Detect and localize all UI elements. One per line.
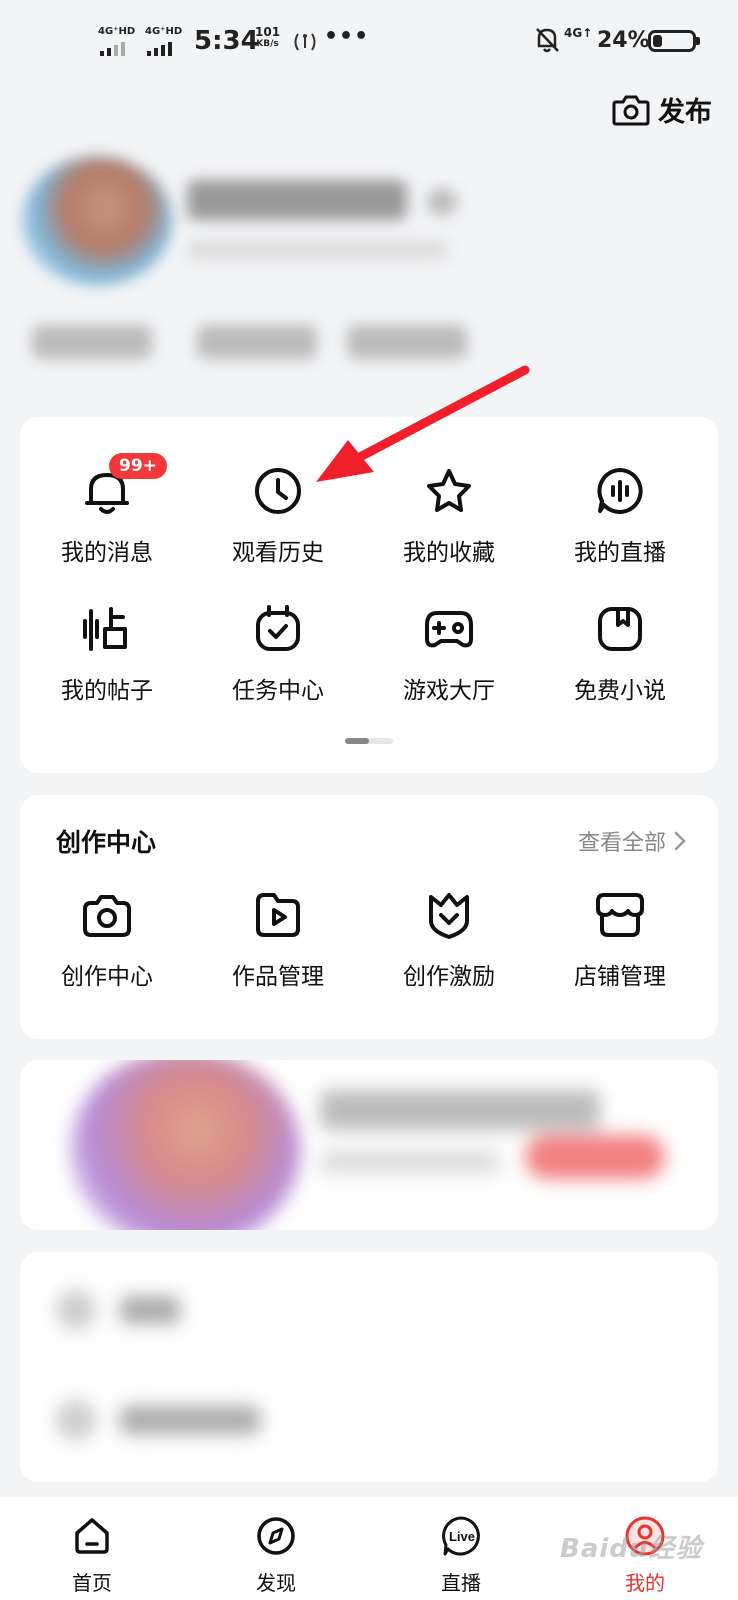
camera-icon <box>612 95 650 125</box>
sim2-label: 4G⁺HD <box>145 26 183 37</box>
stat-following[interactable] <box>32 325 152 359</box>
creation-label: 创作中心 <box>61 964 153 990</box>
creator-incentive-item[interactable]: 创作激励 <box>362 887 536 991</box>
stat-followers[interactable] <box>197 325 317 359</box>
avatar[interactable] <box>22 156 172 286</box>
settings-list-blurred <box>20 1252 718 1482</box>
shortcut-label: 游戏大厅 <box>403 678 495 704</box>
nav-home[interactable]: 首页 <box>37 1515 147 1596</box>
shortcut-label: 我的消息 <box>61 540 153 566</box>
nav-label: 我的 <box>625 1571 665 1595</box>
video-folder-icon <box>256 893 300 937</box>
network-type: 4G↑ <box>564 26 593 40</box>
publish-button[interactable]: 发布 <box>612 90 712 129</box>
shop-management-item[interactable]: 店铺管理 <box>533 887 707 991</box>
nav-discover[interactable]: 发现 <box>221 1515 331 1596</box>
book-icon <box>598 607 642 651</box>
shortcut-label: 观看历史 <box>232 540 324 566</box>
network-speed-unit: KB/s <box>256 39 279 49</box>
settings-list-card <box>20 1252 718 1482</box>
shortcut-my-live[interactable]: 我的直播 <box>533 463 707 567</box>
clock-time: 5:34 <box>194 26 259 56</box>
shortcut-messages[interactable]: 99+ 我的消息 <box>20 453 194 567</box>
battery-fill <box>653 35 662 47</box>
nav-label: 直播 <box>441 1571 481 1595</box>
network-speed: 101 KB/s <box>255 26 280 50</box>
shortcut-my-posts[interactable]: 我的帖子 <box>20 601 194 705</box>
nav-live[interactable]: Live 直播 <box>406 1515 516 1596</box>
shortcut-label: 我的收藏 <box>403 540 495 566</box>
nav-label: 发现 <box>256 1571 296 1595</box>
post-icon <box>83 607 127 651</box>
chevron-right-icon <box>674 831 686 851</box>
live-icon-text: Live <box>449 1529 475 1544</box>
shortcut-label: 我的直播 <box>574 540 666 566</box>
unread-badge: 99+ <box>109 453 167 479</box>
view-all-label: 查看全部 <box>577 831 666 856</box>
calendar-check-icon <box>256 605 300 651</box>
promo-banner-blurred <box>20 1060 718 1230</box>
sim1-label: 4G⁺HD <box>98 26 136 37</box>
shortcut-task-center[interactable]: 任务中心 <box>191 601 365 705</box>
shortcut-label: 我的帖子 <box>61 678 153 704</box>
creation-label: 创作激励 <box>403 964 495 990</box>
page-indicator <box>345 738 393 744</box>
section-title: 创作中心 <box>56 828 157 857</box>
battery-percent: 24% <box>597 28 650 53</box>
gamepad-icon <box>425 611 473 648</box>
creation-center-item[interactable]: 创作中心 <box>20 887 194 991</box>
status-bar: 4G⁺HD 4G⁺HD 5:34 101 KB/s ••• 4G↑ 24% <box>0 0 738 84</box>
stat-likes[interactable] <box>347 325 467 359</box>
network-speed-value: 101 <box>255 25 281 39</box>
shortcut-game-hall[interactable]: 游戏大厅 <box>362 601 536 705</box>
creation-center-card: 创作中心 查看全部 创作中心 作品管理 创作激励 店铺管理 <box>20 795 718 1039</box>
compass-icon <box>257 1517 295 1555</box>
live-mic-icon <box>597 468 643 514</box>
user-id-blurred <box>187 240 447 260</box>
home-icon <box>75 1518 109 1554</box>
creation-label: 作品管理 <box>232 964 324 990</box>
nav-label: 首页 <box>72 1571 112 1595</box>
works-management-item[interactable]: 作品管理 <box>191 887 365 991</box>
camera-icon <box>83 895 131 937</box>
promo-banner[interactable] <box>20 1060 718 1230</box>
creation-label: 店铺管理 <box>574 964 666 990</box>
shop-icon <box>596 893 644 937</box>
shortcut-label: 免费小说 <box>574 678 666 704</box>
hotspot-icon <box>294 33 316 51</box>
clock-icon <box>255 468 301 514</box>
more-status-icon: ••• <box>324 24 370 49</box>
battery-icon <box>648 30 700 52</box>
red-arrow-annotation <box>316 365 530 482</box>
bell-muted-icon <box>536 28 559 53</box>
live-icon: Live <box>442 1516 480 1556</box>
shortcut-label: 任务中心 <box>232 678 324 704</box>
watermark: Baidu经验 <box>560 1534 703 1564</box>
publish-label: 发布 <box>658 97 712 128</box>
username-blurred <box>187 180 407 220</box>
shortcut-free-novels[interactable]: 免费小说 <box>533 601 707 705</box>
page-indicator-active <box>345 738 369 744</box>
crown-icon <box>429 893 469 939</box>
profile-header[interactable] <box>22 150 722 380</box>
view-all-link[interactable]: 查看全部 <box>578 825 686 857</box>
edit-icon <box>427 188 457 216</box>
